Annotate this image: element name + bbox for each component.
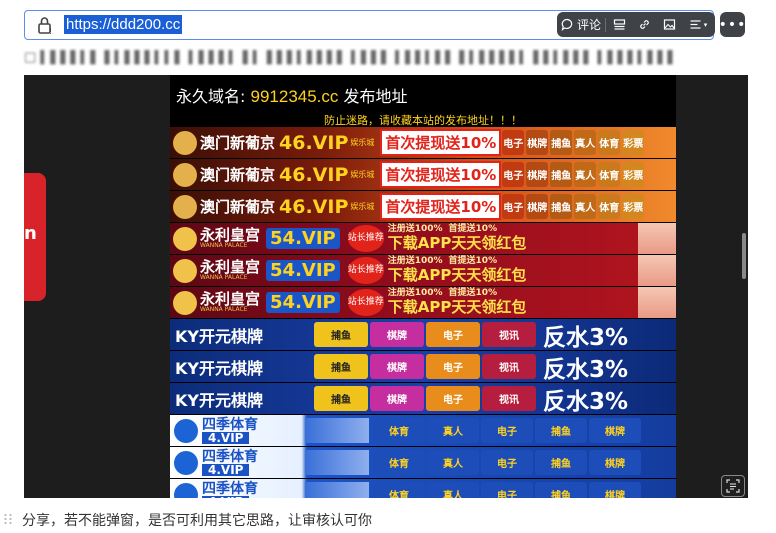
comment-label: 评论 [576, 18, 601, 32]
banner-ad[interactable]: KY开元棋牌 捕鱼 棋牌 电子 视讯 反水3% [170, 351, 676, 382]
ocr-scan-button[interactable] [721, 475, 745, 497]
more-dots-icon: ••• [718, 16, 747, 33]
card-view-button[interactable] [606, 12, 632, 37]
logo-emblem-icon [173, 130, 197, 155]
domain-heading: 永久域名: 9912345.cc 发布地址 [176, 87, 408, 106]
more-options-button[interactable]: ••• [718, 12, 747, 37]
scan-text-icon [726, 479, 740, 493]
embedded-page: 永久域名: 9912345.cc 发布地址 防止迷路，请收藏本站的发布地址！！！… [170, 75, 676, 498]
svg-text:!: ! [49, 27, 52, 35]
logo-emblem-icon [173, 290, 197, 315]
promo-image [638, 223, 676, 254]
banner-ad[interactable]: 永利皇宫 WANNA PALACE 54.VIP 站长推荐 注册送100% 首提… [170, 287, 676, 318]
logo-emblem-icon [174, 482, 198, 498]
image-icon [663, 19, 676, 30]
banner-ad[interactable]: 永利皇宫 WANNA PALACE 54.VIP 站长推荐 注册送100% 首提… [170, 255, 676, 286]
url-text[interactable]: https://ddd200.cc [64, 15, 183, 34]
banner-ad[interactable]: 澳门新葡京 46.VIP 娱乐城 首次提现 送10% 电子 棋牌 捕鱼 真人 体… [170, 191, 676, 222]
banner-ad[interactable]: 澳门新葡京 46.VIP 娱乐城 首次提现 送10% 电子 棋牌 捕鱼 真人 体… [170, 159, 676, 190]
scrollbar[interactable] [742, 233, 746, 279]
logo-emblem-icon [173, 226, 197, 251]
promo-image [305, 450, 369, 475]
logo-emblem-icon [174, 418, 198, 443]
notice-text: 防止迷路，请收藏本站的发布地址！！！ [324, 114, 522, 127]
domain-value: 9912345.cc [250, 87, 339, 106]
link-button[interactable] [632, 12, 657, 37]
promo-image [638, 287, 676, 318]
banner-ad[interactable]: 四季体育 4.VIP 体育 真人 电子 捕鱼 棋牌 [170, 479, 676, 498]
logo-emblem-icon [173, 194, 197, 219]
banner-ad[interactable]: 四季体育 4.VIP 体育 真人 电子 捕鱼 棋牌 [170, 447, 676, 478]
promo-image [305, 482, 369, 498]
comment-button[interactable]: 评论 [557, 12, 605, 37]
promo-image [638, 255, 676, 286]
floating-toolbar: 评论 ▾ [557, 12, 715, 37]
card-view-icon [613, 19, 625, 30]
left-side-banner: n [24, 173, 46, 301]
blurred-text-line: □ ▍▌▌▌▍▌ ▌▍▌▌▌▍▍▌ ▍▌▌▌▍ ▌▍ ▌▌▌▍▌▌▌▌ ▍▌▌▌… [24, 50, 678, 65]
promo-image [305, 418, 369, 443]
logo-emblem-icon [173, 162, 197, 187]
lock-icon: ! [38, 17, 52, 35]
banner-ad[interactable]: 澳门新葡京 46.VIP 娱乐城 首次提现 送10% 电子 棋牌 捕鱼 真人 体… [170, 127, 676, 158]
align-icon [690, 20, 701, 29]
link-icon [640, 20, 649, 29]
banner-ad[interactable]: 四季体育 4.VIP 体育 真人 电子 捕鱼 棋牌 [170, 415, 676, 446]
image-button[interactable] [657, 12, 682, 37]
comment-icon [561, 18, 573, 31]
banner-ad[interactable]: 永利皇宫 WANNA PALACE 54.VIP 站长推荐 注册送100% 首提… [170, 223, 676, 254]
logo-emblem-icon [174, 450, 198, 475]
caption-text[interactable]: 分享，若不能弹窗，是否可利用其它思路，让审核认可你 [22, 510, 372, 530]
drag-handle-icon[interactable] [3, 513, 13, 525]
embedded-screenshot: n 永久域名: 9912345.cc 发布地址 防止迷路，请收藏本站的发布地址！… [24, 75, 748, 498]
logo-emblem-icon [173, 258, 197, 283]
chevron-down-icon: ▾ [703, 20, 708, 29]
banner-ad[interactable]: KY开元棋牌 捕鱼 棋牌 电子 视讯 反水3% [170, 319, 676, 350]
align-dropdown-button[interactable]: ▾ [682, 12, 714, 37]
banner-ad[interactable]: KY开元棋牌 捕鱼 棋牌 电子 视讯 反水3% [170, 383, 676, 414]
